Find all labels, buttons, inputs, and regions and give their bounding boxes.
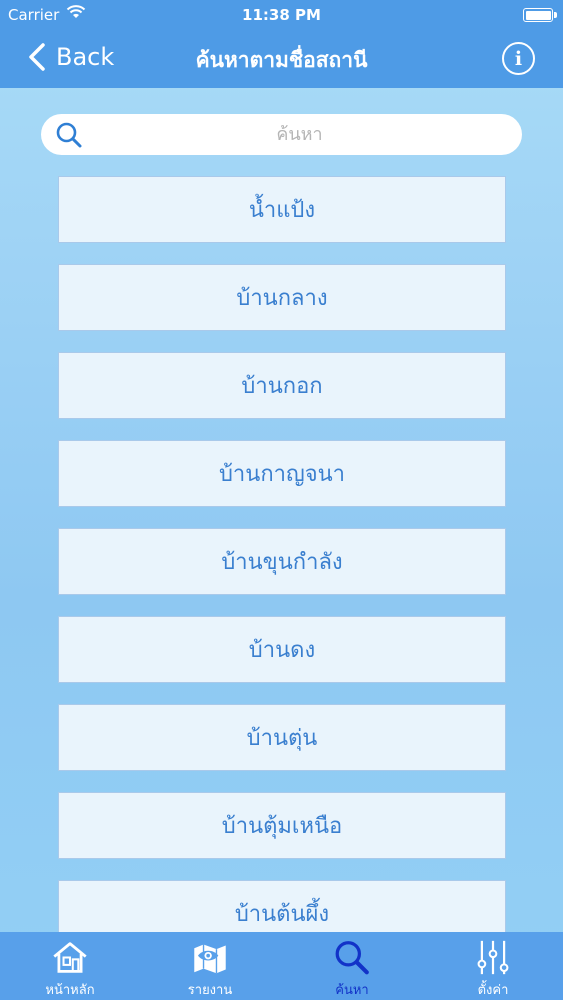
station-item[interactable]: บ้านตุ้มเหนือ bbox=[58, 792, 506, 859]
station-item[interactable]: บ้านดง bbox=[58, 616, 506, 683]
tab-home[interactable]: หน้าหลัก bbox=[0, 932, 140, 1000]
station-name: น้ำแป้ง bbox=[248, 198, 316, 223]
station-name: บ้านขุนกำลัง bbox=[221, 550, 343, 575]
tab-report[interactable]: รายงาน bbox=[140, 932, 280, 1000]
station-item[interactable]: บ้านกลาง bbox=[58, 264, 506, 331]
tab-label: หน้าหลัก bbox=[45, 983, 95, 998]
station-item[interactable]: บ้านตุ่น bbox=[58, 704, 506, 771]
station-item[interactable]: น้ำแป้ง bbox=[58, 176, 506, 243]
tab-label: ค้นหา bbox=[335, 983, 369, 998]
map-eye-icon bbox=[194, 944, 226, 974]
station-name: บ้านต้นผึ้ง bbox=[234, 902, 330, 927]
station-item[interactable]: บ้านกอก bbox=[58, 352, 506, 419]
station-item[interactable]: บ้านขุนกำลัง bbox=[58, 528, 506, 595]
station-name: บ้านกาญจนา bbox=[218, 462, 346, 487]
status-bar: Carrier 11:38 PM bbox=[0, 0, 563, 30]
navigation-row: Back ค้นหาตามชื่อสถานี i bbox=[0, 30, 563, 86]
battery-icon bbox=[523, 8, 557, 22]
search-input[interactable] bbox=[91, 120, 508, 149]
tab-label: รายงาน bbox=[187, 983, 233, 998]
info-button[interactable]: i bbox=[502, 42, 535, 75]
tab-label: ตั้งค่า bbox=[477, 983, 509, 998]
search-bar bbox=[41, 114, 522, 155]
clock: 11:38 PM bbox=[242, 6, 321, 24]
station-name: บ้านดง bbox=[248, 638, 316, 663]
top-bar: Carrier 11:38 PM Back ค้นหาตามชื่อสถานี … bbox=[0, 0, 563, 88]
station-item[interactable]: บ้านกาญจนา bbox=[58, 440, 506, 507]
station-name: บ้านตุ่น bbox=[246, 726, 318, 751]
info-icon: i bbox=[514, 47, 523, 70]
tab-bar: หน้าหลัก รายงาน ค้นหา ตั้งค่า bbox=[0, 932, 563, 1000]
station-name: บ้านกลาง bbox=[236, 286, 328, 311]
search-icon bbox=[335, 941, 369, 975]
station-name: บ้านตุ้มเหนือ bbox=[221, 814, 343, 839]
sliders-icon bbox=[477, 940, 509, 975]
search-icon bbox=[56, 122, 82, 148]
home-icon bbox=[53, 942, 87, 973]
tab-search[interactable]: ค้นหา bbox=[282, 932, 422, 1000]
tab-settings[interactable]: ตั้งค่า bbox=[423, 932, 563, 1000]
page-title: ค้นหาตามชื่อสถานี bbox=[195, 48, 368, 72]
station-name: บ้านกอก bbox=[241, 374, 323, 399]
